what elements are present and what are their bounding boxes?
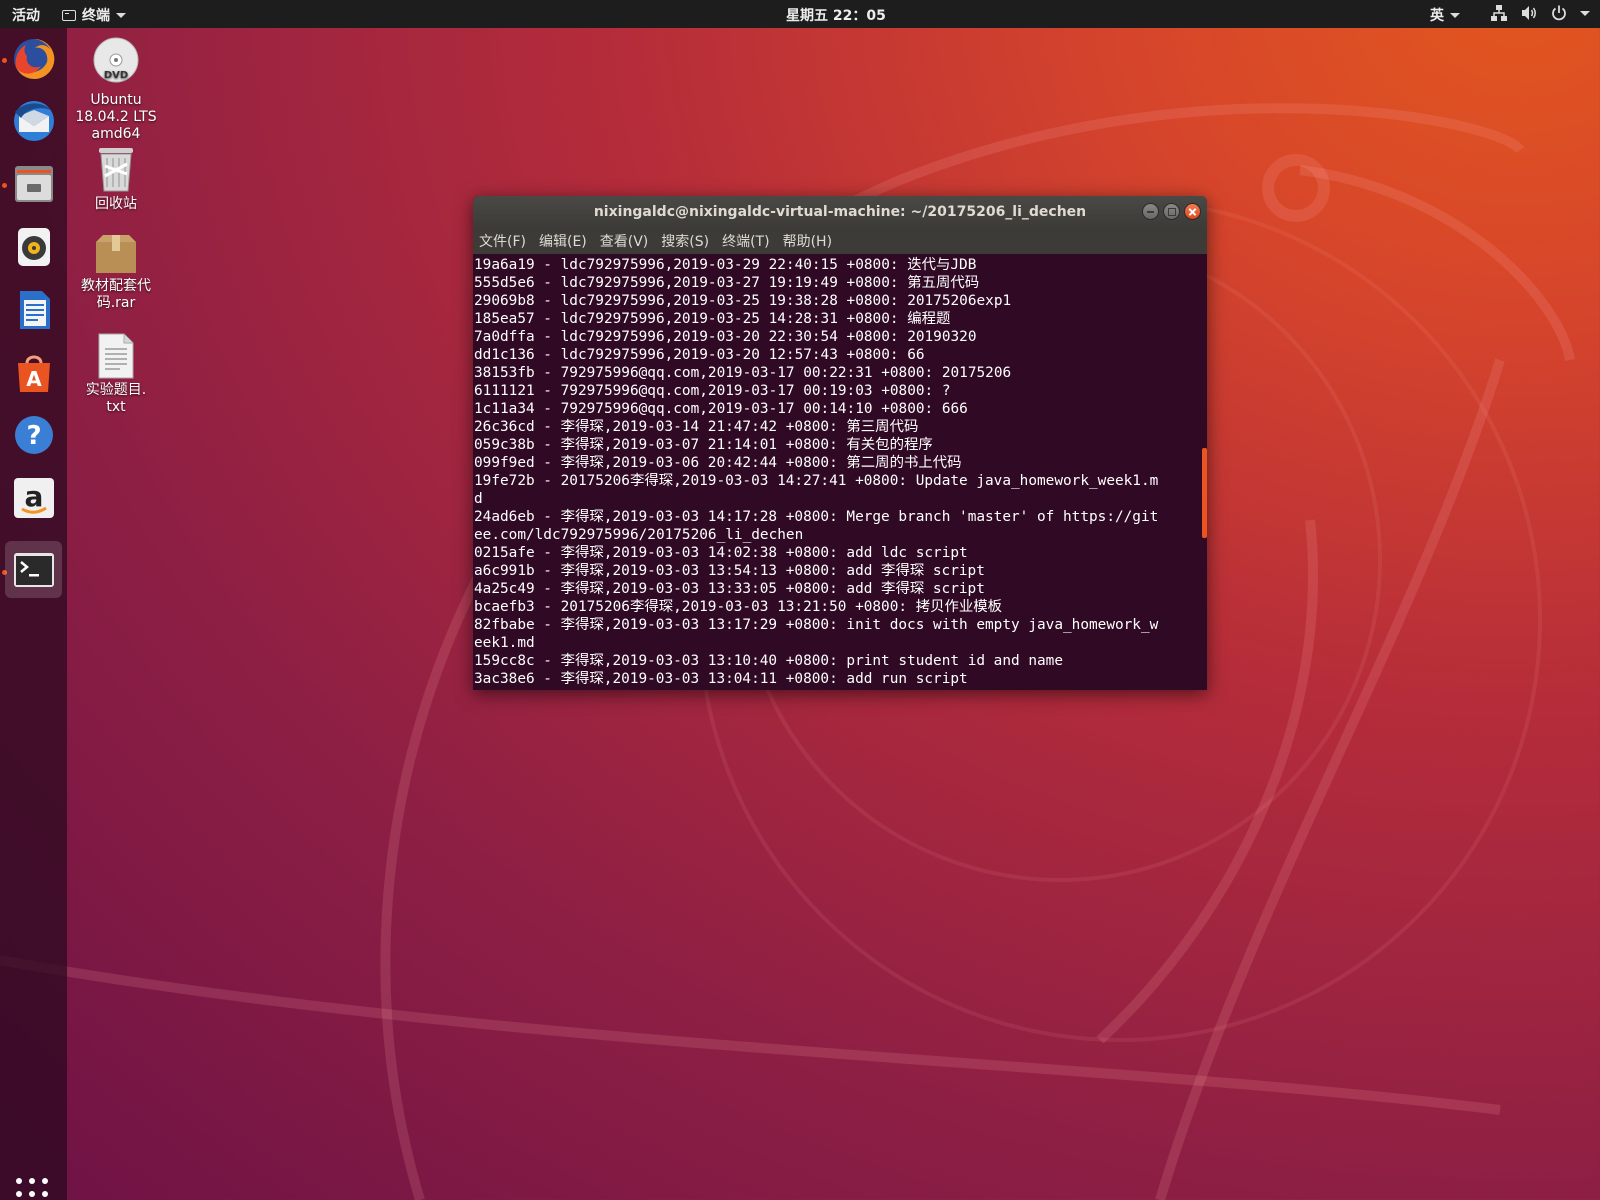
dock-thunderbird[interactable]	[5, 92, 62, 149]
menu-file[interactable]: 文件(F)	[479, 231, 526, 251]
terminal-output[interactable]: 19a6a19 - ldc792975996,2019-03-29 22:40:…	[473, 254, 1207, 690]
menu-view[interactable]: 查看(V)	[600, 231, 649, 251]
dock: A ? a	[0, 28, 67, 1200]
svg-text:?: ?	[26, 421, 41, 451]
volume-icon	[1522, 6, 1536, 20]
dock-help[interactable]: ?	[5, 406, 62, 463]
power-icon	[1552, 5, 1566, 21]
dvd-icon: DVD	[93, 37, 139, 83]
menu-edit[interactable]: 编辑(E)	[539, 231, 587, 251]
app-menu-button[interactable]: 终端	[62, 5, 126, 25]
terminal-line: 159cc8c - 李得琛,2019-03-03 13:10:40 +0800:…	[474, 653, 1063, 669]
desktop-icon-trash[interactable]: 回收站	[66, 144, 166, 213]
terminal-line: 6111121 - 792975996@qq.com,2019-03-17 00…	[474, 383, 951, 399]
dock-terminal[interactable]	[5, 541, 62, 598]
terminal-menubar: 文件(F) 编辑(E) 查看(V) 搜索(S) 终端(T) 帮助(H)	[473, 228, 1207, 254]
terminal-line: a6c991b - 李得琛,2019-03-03 13:54:13 +0800:…	[474, 563, 985, 579]
terminal-line: 185ea57 - ldc792975996,2019-03-25 14:28:…	[474, 311, 951, 327]
activities-button[interactable]: 活动	[12, 5, 40, 25]
clock[interactable]: 星期五 22：05	[786, 5, 886, 25]
trash-icon	[99, 148, 133, 192]
top-bar: 活动 终端 星期五 22：05 英	[0, 0, 1600, 28]
app-menu-label: 终端	[82, 8, 110, 24]
desktop-icon-dvd[interactable]: DVD Ubuntu 18.04.2 LTS amd64	[66, 36, 166, 143]
text-file-icon	[98, 333, 134, 379]
terminal-line: 1c11a34 - 792975996@qq.com,2019-03-17 00…	[474, 401, 968, 417]
chevron-down-icon	[1450, 12, 1460, 18]
desktop-icon-label: 实验题目. txt	[85, 382, 147, 415]
terminal-line: 7a0dffa - ldc792975996,2019-03-20 22:30:…	[474, 329, 977, 345]
svg-text:A: A	[26, 367, 42, 391]
terminal-line: dd1c136 - ldc792975996,2019-03-20 12:57:…	[474, 347, 925, 363]
terminal-line: 099f9ed - 李得琛,2019-03-06 20:42:44 +0800:…	[474, 455, 962, 471]
terminal-line: 38153fb - 792975996@qq.com,2019-03-17 00…	[474, 365, 1012, 381]
terminal-line: 555d5e6 - ldc792975996,2019-03-27 19:19:…	[474, 275, 980, 291]
terminal-scrollbar[interactable]	[1201, 254, 1207, 690]
window-title: nixingaldc@nixingaldc-virtual-machine: ~…	[593, 204, 1087, 220]
terminal-line: 24ad6eb - 李得琛,2019-03-03 14:17:28 +0800:…	[474, 509, 1159, 525]
desktop-icon-label: Ubuntu 18.04.2 LTS amd64	[75, 92, 157, 142]
firefox-icon	[13, 38, 54, 79]
input-method-menu[interactable]: 英	[1430, 5, 1460, 25]
dock-amazon[interactable]: a	[5, 469, 62, 526]
dock-rhythmbox[interactable]	[5, 218, 62, 275]
chevron-down-icon	[1580, 10, 1590, 16]
terminal-line: 059c38b - 李得琛,2019-03-07 21:14:01 +0800:…	[474, 437, 933, 453]
dock-firefox[interactable]	[5, 30, 62, 87]
terminal-line: 26c36cd - 李得琛,2019-03-14 21:47:42 +0800:…	[474, 419, 919, 435]
svg-text:DVD: DVD	[104, 70, 128, 81]
dock-ubuntu-software[interactable]: A	[5, 344, 62, 401]
input-method-label: 英	[1430, 8, 1444, 24]
writer-icon	[19, 290, 50, 329]
terminal-app-icon	[13, 552, 54, 587]
system-tray[interactable]	[1490, 4, 1590, 22]
software-center-icon: A	[17, 355, 50, 392]
thunderbird-icon	[13, 100, 54, 141]
dock-files[interactable]	[5, 155, 62, 212]
terminal-line: 4a25c49 - 李得琛,2019-03-03 13:33:05 +0800:…	[474, 581, 985, 597]
close-button[interactable]	[1184, 203, 1201, 220]
dock-libreoffice-writer[interactable]	[5, 281, 62, 338]
desktop-icon-label: 回收站	[95, 196, 137, 212]
terminal-line: 82fbabe - 李得琛,2019-03-03 13:17:29 +0800:…	[474, 617, 1159, 633]
menu-help[interactable]: 帮助(H)	[783, 231, 832, 251]
terminal-line: eek1.md	[474, 635, 535, 651]
terminal-line: 3ac38e6 - 李得琛,2019-03-03 13:04:11 +0800:…	[474, 671, 968, 687]
window-titlebar[interactable]: nixingaldc@nixingaldc-virtual-machine: ~…	[473, 196, 1207, 228]
desktop-icon-archive[interactable]: 教材配套代 码.rar	[66, 232, 166, 312]
svg-text:a: a	[24, 480, 43, 513]
terminal-window[interactable]: nixingaldc@nixingaldc-virtual-machine: ~…	[473, 196, 1207, 690]
terminal-line: ee.com/ldc792975996/20175206_li_dechen	[474, 527, 804, 543]
terminal-line: 19a6a19 - ldc792975996,2019-03-29 22:40:…	[474, 257, 977, 273]
terminal-icon	[62, 9, 76, 21]
menu-search[interactable]: 搜索(S)	[661, 231, 709, 251]
terminal-line: 19fe72b - 20175206李得琛,2019-03-03 14:27:4…	[474, 473, 1159, 489]
archive-icon	[96, 235, 136, 273]
show-applications-button[interactable]	[16, 1178, 50, 1200]
help-icon: ?	[14, 415, 53, 454]
rhythmbox-icon	[17, 227, 50, 266]
network-icon	[1491, 5, 1507, 21]
files-icon	[14, 165, 53, 202]
terminal-line: bcaefb3 - 20175206李得琛,2019-03-03 13:21:5…	[474, 599, 1003, 615]
amazon-icon: a	[13, 477, 54, 518]
menu-terminal[interactable]: 终端(T)	[722, 231, 769, 251]
scrollbar-thumb[interactable]	[1202, 448, 1207, 538]
terminal-line: 0215afe - 李得琛,2019-03-03 14:02:38 +0800:…	[474, 545, 968, 561]
chevron-down-icon	[116, 12, 126, 18]
desktop-icon-text-file[interactable]: 实验题目. txt	[66, 332, 166, 416]
terminal-line: 29069b8 - ldc792975996,2019-03-25 19:38:…	[474, 293, 1012, 309]
desktop-icon-label: 教材配套代 码.rar	[81, 278, 151, 311]
terminal-line: d	[474, 491, 483, 507]
minimize-button[interactable]	[1142, 203, 1159, 220]
maximize-button[interactable]	[1163, 203, 1180, 220]
